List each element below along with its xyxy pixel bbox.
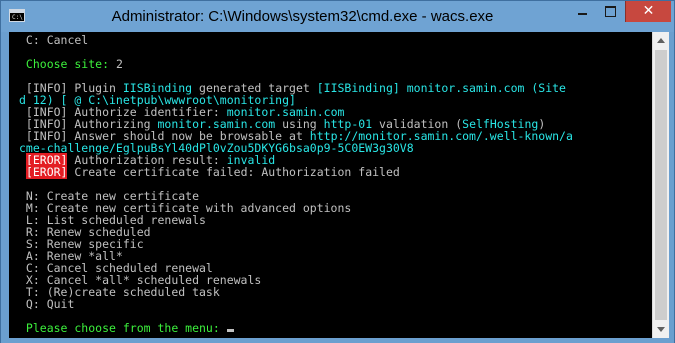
console-text: C: Cancel [19, 33, 89, 47]
close-button[interactable]: ✕ [625, 1, 671, 22]
minimize-button[interactable] [569, 1, 596, 22]
console-text: Choose site: [19, 57, 116, 71]
scrollbar-thumb[interactable] [655, 50, 667, 320]
close-icon: ✕ [642, 3, 655, 19]
window-bottom-border [1, 338, 674, 343]
console-window: C:\ Administrator: C:\Windows\system32\c… [0, 0, 675, 343]
console-text: [IISBinding] monitor.samin.com (Site [316, 81, 566, 95]
console-text: Please choose from the menu: [19, 321, 227, 335]
console-line: C: Cancel [19, 34, 573, 46]
console-line: Choose site: 2 [19, 58, 573, 70]
console-line: Please choose from the menu: [19, 322, 573, 334]
vertical-scrollbar[interactable] [652, 32, 669, 338]
scroll-up-button[interactable] [653, 33, 669, 49]
console-output[interactable]: C: Cancel Choose site: 2 [INFO] Plugin I… [9, 32, 652, 338]
text-cursor [226, 329, 234, 332]
console-text: 2 [115, 57, 123, 71]
console-line: T: (Re)create scheduled task [19, 286, 573, 298]
scroll-down-button[interactable] [653, 321, 669, 337]
console-line: Q: Quit [19, 298, 573, 310]
maximize-button[interactable] [597, 1, 624, 22]
error-tag: [EROR] [25, 165, 68, 179]
console-text: Create certificate failed: Authorization… [67, 165, 400, 179]
console-text: Q: Quit [19, 297, 75, 311]
console-line: [EROR] Create certificate failed: Author… [19, 165, 573, 179]
console-lines: C: Cancel Choose site: 2 [INFO] Plugin I… [19, 34, 573, 334]
scroll-up-arrow-icon [657, 38, 665, 43]
scroll-down-arrow-icon [657, 327, 665, 332]
title-bar[interactable]: C:\ Administrator: C:\Windows\system32\c… [1, 1, 674, 32]
maximize-icon [605, 6, 616, 17]
minimize-icon [578, 13, 587, 15]
